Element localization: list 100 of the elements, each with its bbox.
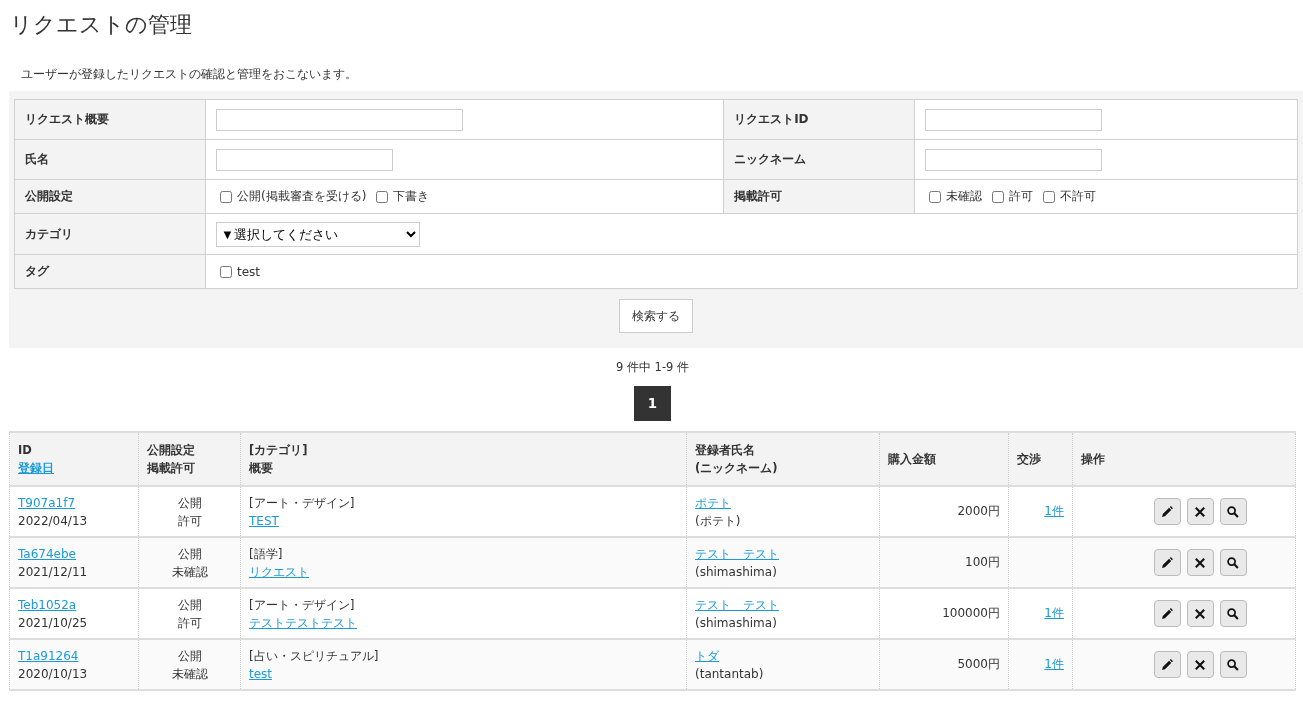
checkbox[interactable] xyxy=(929,190,942,203)
date-text: 2021/12/11 xyxy=(18,564,88,579)
text-input[interactable] xyxy=(925,108,1103,131)
field-label: カテゴリ xyxy=(25,226,73,241)
search-icon xyxy=(1226,606,1240,621)
page-button[interactable]: 1 xyxy=(634,386,671,421)
edit-button[interactable] xyxy=(1153,498,1181,525)
view-button[interactable] xyxy=(1219,600,1247,627)
amount-text: 5000円 xyxy=(957,657,1000,671)
request-id-link[interactable]: Ta674ebe xyxy=(18,546,76,561)
permission-text: 未確認 xyxy=(171,666,208,681)
negotiation-link[interactable]: 1件 xyxy=(1044,606,1064,620)
checkbox-label: 許可 xyxy=(1009,188,1034,205)
column-header: 公開設定 xyxy=(147,443,195,457)
user-name-link[interactable]: テスト テスト xyxy=(695,597,779,612)
field-label: タグ xyxy=(25,264,49,278)
amount-text: 100000円 xyxy=(942,606,1000,620)
close-icon xyxy=(1193,606,1207,621)
close-icon xyxy=(1193,555,1207,570)
page-title: リクエストの管理 xyxy=(9,11,193,39)
column-header: 操作 xyxy=(1081,452,1105,466)
edit-button[interactable] xyxy=(1153,600,1181,627)
nickname-text: (shimashima) xyxy=(695,615,777,630)
view-button[interactable] xyxy=(1219,651,1247,678)
request-id-link[interactable]: T907a1f7 xyxy=(18,495,76,510)
view-button[interactable] xyxy=(1219,549,1247,576)
column-header: 概要 xyxy=(249,461,273,475)
result-count: 9 件中 1-9 件 xyxy=(614,359,691,374)
summary-link[interactable]: test xyxy=(249,666,273,681)
checkbox-label: test xyxy=(237,264,261,279)
text-input[interactable] xyxy=(216,148,393,171)
checkbox[interactable] xyxy=(220,265,232,278)
summary-link[interactable]: TEST xyxy=(249,513,279,528)
category-text: [占い・スピリチュアル] xyxy=(249,648,379,663)
close-icon xyxy=(1193,504,1207,519)
date-text: 2022/04/13 xyxy=(18,513,88,528)
permission-text: 許可 xyxy=(177,615,202,630)
category-dropdown[interactable]: ▼選択してください xyxy=(216,221,420,247)
pencil-icon xyxy=(1160,504,1174,519)
edit-button[interactable] xyxy=(1153,651,1181,678)
field-label: リクエスト概要 xyxy=(25,112,109,126)
nickname-text: (ポテト) xyxy=(695,513,741,528)
delete-button[interactable] xyxy=(1186,600,1214,627)
date-text: 2020/10/13 xyxy=(18,666,88,681)
delete-button[interactable] xyxy=(1186,549,1214,576)
checkbox-label: 公開(掲載審査を受ける) xyxy=(237,188,367,205)
amount-text: 2000円 xyxy=(957,504,1000,518)
pencil-icon xyxy=(1160,606,1174,621)
view-button[interactable] xyxy=(1219,498,1247,525)
negotiation-link[interactable]: 1件 xyxy=(1044,657,1064,671)
summary-link[interactable]: リクエスト xyxy=(249,564,309,579)
column-header: 購入金額 xyxy=(888,452,936,466)
category-text: [アート・デザイン] xyxy=(249,495,355,510)
nickname-text: (shimashima) xyxy=(695,564,777,579)
user-name-link[interactable]: トダ xyxy=(695,648,719,663)
negotiation-link[interactable]: 1件 xyxy=(1044,504,1064,518)
search-button[interactable]: 検索する xyxy=(619,299,693,333)
field-label: 掲載許可 xyxy=(734,189,783,203)
category-text: [語学] xyxy=(249,546,283,561)
page-description: ユーザーが登録したリクエストの確認と管理をおこないます。 xyxy=(20,66,358,83)
date-text: 2021/10/25 xyxy=(18,615,88,630)
edit-button[interactable] xyxy=(1153,549,1181,576)
checkbox-label: 下書き xyxy=(393,188,430,205)
pencil-icon xyxy=(1160,657,1174,672)
field-label: 氏名 xyxy=(25,152,49,166)
column-header: ID xyxy=(18,443,32,457)
field-label: 公開設定 xyxy=(25,189,73,203)
visibility-text: 公開 xyxy=(177,495,202,510)
amount-text: 100円 xyxy=(965,555,1000,569)
search-icon xyxy=(1226,657,1240,672)
visibility-text: 公開 xyxy=(177,648,202,663)
delete-button[interactable] xyxy=(1186,651,1214,678)
delete-button[interactable] xyxy=(1186,498,1214,525)
checkbox[interactable] xyxy=(220,190,232,203)
checkbox-label: 不許可 xyxy=(1060,188,1097,205)
category-text: [アート・デザイン] xyxy=(249,597,355,612)
column-header: 登録者氏名 xyxy=(695,443,755,457)
search-icon xyxy=(1226,504,1240,519)
text-input[interactable] xyxy=(925,148,1103,171)
pencil-icon xyxy=(1160,555,1174,570)
visibility-text: 公開 xyxy=(177,546,202,561)
text-input[interactable] xyxy=(216,108,463,131)
permission-text: 許可 xyxy=(177,513,202,528)
checkbox[interactable] xyxy=(992,190,1005,203)
column-header: 掲載許可 xyxy=(147,461,195,475)
user-name-link[interactable]: テスト テスト xyxy=(695,546,779,561)
summary-link[interactable]: テストテストテスト xyxy=(249,615,357,630)
nickname-text: (tantantab) xyxy=(695,666,764,681)
user-name-link[interactable]: ポテト xyxy=(695,495,731,510)
permission-text: 未確認 xyxy=(171,564,208,579)
checkbox[interactable] xyxy=(1043,190,1056,203)
sort-link[interactable]: 登録日 xyxy=(18,461,54,475)
column-header: (ニックネーム) xyxy=(695,461,778,475)
request-id-link[interactable]: T1a91264 xyxy=(18,648,79,663)
field-label: ニックネーム xyxy=(734,152,807,166)
field-label: リクエストID xyxy=(734,112,809,126)
checkbox-label: 未確認 xyxy=(946,188,983,205)
checkbox[interactable] xyxy=(376,190,389,203)
column-header: [カテゴリ] xyxy=(249,443,308,457)
request-id-link[interactable]: Teb1052a xyxy=(18,597,77,612)
